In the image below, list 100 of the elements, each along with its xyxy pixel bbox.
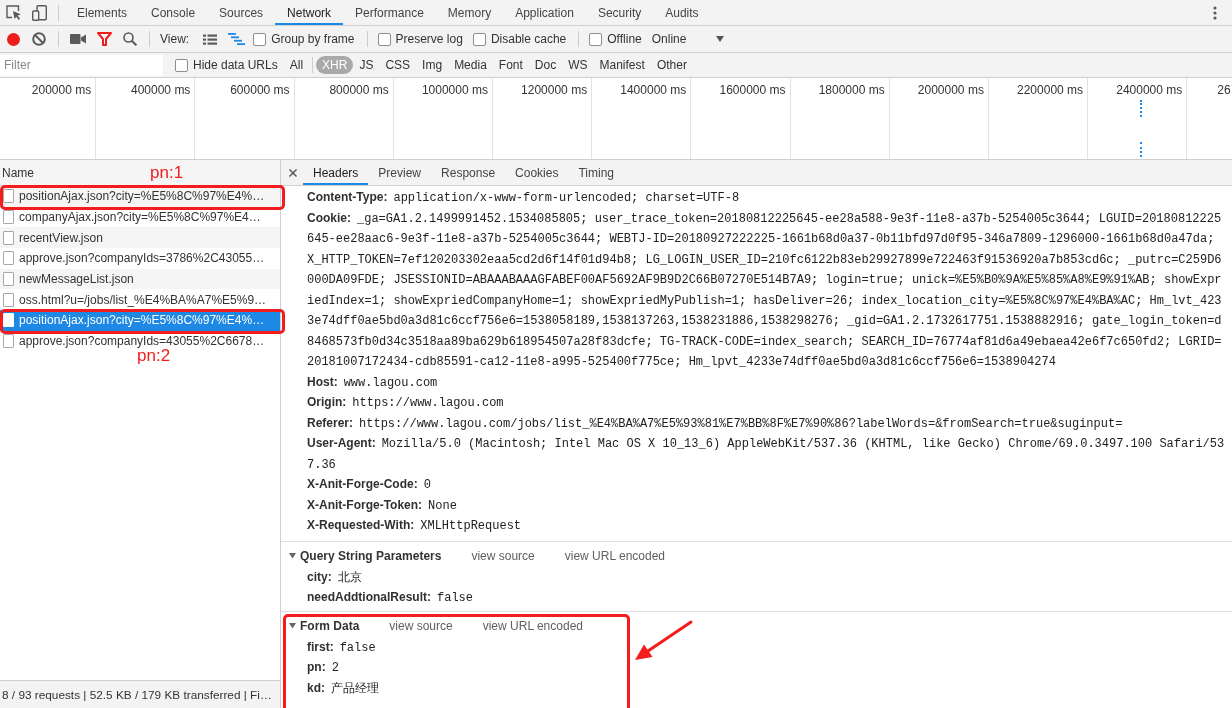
arrow xyxy=(635,619,693,660)
tick-label: 600000 ms xyxy=(230,83,290,97)
param-value: 2 xyxy=(331,661,339,675)
header-line: Content-Type: application/x-www-form-urlencoded; charset=UTF-8 xyxy=(307,189,741,207)
checkbox-label[interactable]: Disable cache xyxy=(490,32,567,46)
clear-icon xyxy=(32,32,46,46)
param-value: 产品经理 xyxy=(331,681,379,696)
checkbox[interactable] xyxy=(472,32,486,46)
column-header[interactable]: Name xyxy=(2,165,34,180)
panel-tab[interactable]: Network xyxy=(275,0,344,25)
type-filter[interactable]: Manifest xyxy=(593,56,651,74)
tick-label: 400000 ms xyxy=(131,83,191,97)
param-name: pn: xyxy=(307,660,326,674)
request-row[interactable]: newMessageList.json xyxy=(0,268,280,290)
type-filter[interactable]: JS xyxy=(353,56,380,74)
request-marker xyxy=(1140,142,1142,157)
panel-tab[interactable]: Console xyxy=(139,0,208,25)
header-line: X-Requested-With: XMLHttpRequest xyxy=(307,517,523,535)
video-camera-icon xyxy=(70,34,86,44)
header-line: Host: www.lagou.com xyxy=(307,373,439,392)
filter-field[interactable]: Filter xyxy=(0,54,163,76)
triangle-icon[interactable] xyxy=(289,622,296,629)
panel-tab[interactable]: Security xyxy=(585,0,654,25)
throttling-select[interactable]: Online xyxy=(647,29,729,49)
tick-label: 1200000 ms xyxy=(521,83,588,97)
header-line: X-Anit-Forge-Code: 0 xyxy=(307,476,432,494)
pointer-in-box-icon xyxy=(5,5,21,20)
detail-tab[interactable]: Preview xyxy=(368,160,432,185)
checkbox[interactable] xyxy=(589,32,603,46)
detail-tab[interactable]: Response xyxy=(431,160,506,185)
section-link[interactable]: view URL encoded xyxy=(482,618,583,633)
detail-tab[interactable]: Timing xyxy=(568,160,624,185)
checkbox[interactable] xyxy=(175,58,188,72)
tick-label: 200000 ms xyxy=(31,83,92,97)
file-icon xyxy=(3,189,14,204)
panel-tab[interactable]: Memory xyxy=(435,0,504,25)
annotation-label: pn:1 xyxy=(150,164,184,182)
panel-tab[interactable]: Performance xyxy=(343,0,436,25)
header-line: Referer: https://www.lagou.com/jobs/list_%E4%BA%A7%E5%93%81%E7%BB%8F%E7%90%86?labelWords=&fromSearch=true&suginput= xyxy=(307,414,1124,433)
param-name: first: xyxy=(307,639,334,654)
tick-label: 2400000 ms xyxy=(1116,83,1183,97)
request-marker xyxy=(1140,100,1142,117)
section-link[interactable]: view source xyxy=(389,618,453,633)
file-icon xyxy=(3,272,14,287)
file-icon xyxy=(3,292,14,307)
param-name: city: xyxy=(307,569,332,584)
caret-icon xyxy=(716,36,725,42)
tick-label: 1400000 ms xyxy=(620,83,687,97)
type-filter[interactable]: Img xyxy=(416,56,449,74)
more-icon xyxy=(1213,5,1217,20)
header-line: User-Agent: Mozilla/5.0 (Macintosh; Intel Mac OS X 10_13_6) AppleWebKit/537.36 (KHTML, like Gecko) Chrome/69.0.3497.100 Safari/537.36 xyxy=(307,435,1225,474)
checkbox-label[interactable]: Hide data URLs xyxy=(193,58,278,72)
detail-tab[interactable]: Cookies xyxy=(505,160,569,185)
header-line: Origin: https://www.lagou.com xyxy=(307,394,505,412)
param-value: false xyxy=(437,591,474,605)
checkbox[interactable] xyxy=(377,32,391,46)
file-icon xyxy=(3,230,14,245)
checkbox-label[interactable]: Preserve log xyxy=(395,32,463,46)
param-name: needAddtionalResult: xyxy=(307,590,431,604)
tick-label: 26 xyxy=(1217,83,1231,97)
tick-label: 2200000 ms xyxy=(1017,83,1084,97)
file-icon xyxy=(3,313,14,328)
type-filter[interactable]: Font xyxy=(492,56,529,74)
file-icon xyxy=(3,334,14,349)
tick-label: 1000000 ms xyxy=(421,83,488,97)
tick-label: 1800000 ms xyxy=(818,83,885,97)
section-title[interactable]: Query String Parameters xyxy=(300,548,442,563)
section-link[interactable]: view source xyxy=(471,548,535,563)
close-icon xyxy=(289,168,297,177)
detail-tab[interactable]: Headers xyxy=(303,160,369,185)
type-filter[interactable]: All xyxy=(283,56,310,74)
search-icon xyxy=(123,32,137,46)
panel-tab[interactable]: Application xyxy=(503,0,586,25)
section-title[interactable]: Form Data xyxy=(300,618,360,633)
panel-tab[interactable]: Elements xyxy=(65,0,140,25)
tick-label: 800000 ms xyxy=(329,83,389,97)
type-filter[interactable]: WS xyxy=(562,56,594,74)
type-filter[interactable]: Doc xyxy=(528,56,563,74)
devices-icon xyxy=(31,4,47,21)
header-line: X-Anit-Forge-Token: None xyxy=(307,496,458,515)
panel-tab[interactable]: Sources xyxy=(207,0,276,25)
checkbox-label[interactable]: Offline xyxy=(607,32,642,46)
checkbox[interactable] xyxy=(253,32,267,46)
param-name: kd: xyxy=(307,680,325,695)
param-value: 北京 xyxy=(337,570,362,585)
type-filter[interactable]: Media xyxy=(448,56,493,74)
panel-tab[interactable]: Audits xyxy=(653,0,711,25)
param-value: false xyxy=(339,640,376,655)
type-filter[interactable]: CSS xyxy=(379,56,417,74)
file-icon xyxy=(3,251,14,266)
status-text: 8 / 93 requests | 52.5 KB / 179 KB transferred | Fi… xyxy=(2,687,272,702)
triangle-icon[interactable] xyxy=(289,552,296,559)
type-filter[interactable]: Other xyxy=(650,56,693,74)
request-row[interactable]: recentView.json xyxy=(0,227,280,249)
tick-label: 2000000 ms xyxy=(917,83,984,97)
checkbox-label[interactable]: Group by frame xyxy=(271,32,355,46)
file-icon xyxy=(3,210,14,225)
tick-label: 1600000 ms xyxy=(719,83,786,97)
section-link[interactable]: view URL encoded xyxy=(564,548,666,563)
view-label: View: xyxy=(160,32,190,46)
